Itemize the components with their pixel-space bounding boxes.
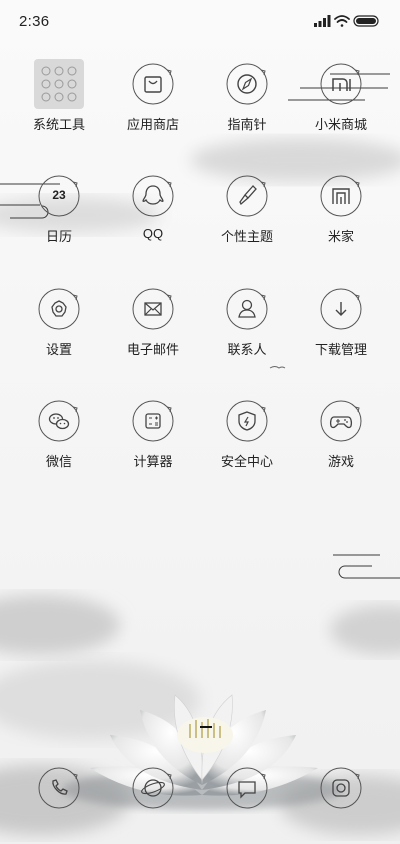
wifi-icon [334,15,350,27]
message-icon [226,767,268,809]
app-label: 小米商城 [314,117,367,132]
dock-messages[interactable] [207,766,287,810]
globe-icon [132,767,174,809]
status-bar: 2:36 [0,0,400,44]
qq-penguin-icon [132,175,174,217]
app-mi-home[interactable]: 米家 [301,174,381,245]
app-label: QQ [142,226,164,241]
app-label: 下载管理 [314,342,367,357]
app-mi-store[interactable]: 小米商城 [301,62,381,133]
dock [0,766,400,826]
app-label: 游戏 [327,454,354,469]
app-label: 电子邮件 [126,342,179,357]
app-wechat[interactable]: 微信 [19,399,99,470]
app-themes[interactable]: 个性主题 [207,174,287,245]
app-label: 安全中心 [220,454,273,469]
app-label: 微信 [45,454,72,469]
shopping-bag-icon [132,63,174,105]
compass-icon [226,63,268,105]
app-label: 日历 [45,229,72,244]
app-label: 指南针 [227,117,267,132]
phone-icon [38,767,80,809]
app-qq[interactable]: QQ [113,174,193,241]
status-time: 2:36 [19,13,50,30]
app-compass[interactable]: 指南针 [207,62,287,133]
app-label: 计算器 [133,454,173,469]
calculator-icon [132,400,174,442]
dock-phone[interactable] [19,766,99,810]
battery-icon [353,15,379,27]
status-icons [314,15,379,27]
camera-icon [320,767,362,809]
app-label: 米家 [327,229,354,244]
app-system-tools[interactable]: 系统工具 [19,59,99,133]
app-calendar[interactable]: 23 日历 [19,174,99,245]
app-email[interactable]: 电子邮件 [113,287,193,358]
app-security[interactable]: 安全中心 [207,399,287,470]
shield-icon [226,400,268,442]
wechat-icon [38,400,80,442]
paintbrush-icon [226,175,268,217]
mi-logo-icon [320,63,362,105]
app-label: 个性主题 [220,229,273,244]
dock-camera[interactable] [301,766,381,810]
app-label: 设置 [45,342,72,357]
download-arrow-icon [320,288,362,330]
gear-icon [38,288,80,330]
app-label: 联系人 [227,342,267,357]
app-games[interactable]: 游戏 [301,399,381,470]
folder-grid-icon [34,59,84,109]
app-calculator[interactable]: 计算器 [113,399,193,470]
person-icon [226,288,268,330]
app-label: 系统工具 [32,117,85,132]
app-label: 应用商店 [126,117,179,132]
app-contacts[interactable]: 联系人 [207,287,287,358]
mi-home-icon [320,175,362,217]
app-downloads[interactable]: 下载管理 [301,287,381,358]
app-app-store[interactable]: 应用商店 [113,62,193,133]
app-settings[interactable]: 设置 [19,287,99,358]
calendar-date: 23 [52,188,66,202]
gamepad-icon [320,400,362,442]
envelope-icon [132,288,174,330]
dock-browser[interactable] [113,766,193,810]
signal-icon [314,15,331,27]
